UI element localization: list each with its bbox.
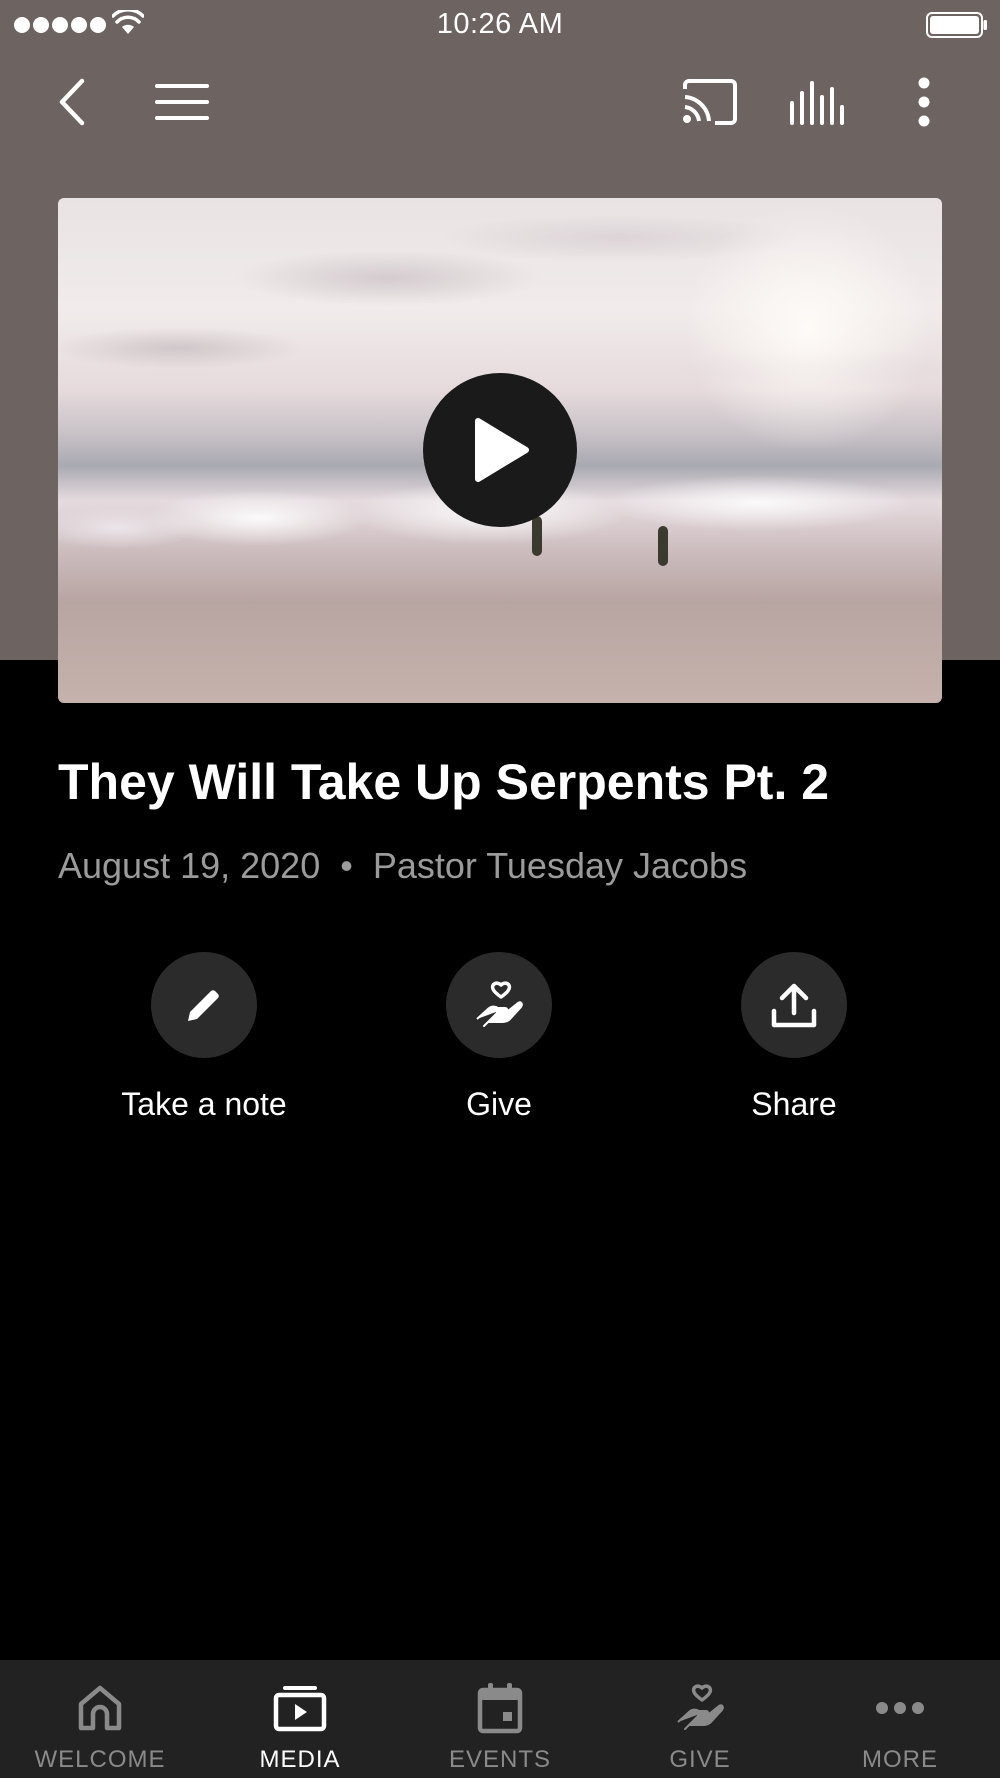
audio-button[interactable] [785,70,849,134]
battery-icon [926,12,987,38]
thumbnail-figure [532,516,542,556]
status-time: 10:26 AM [436,8,564,40]
play-icon [475,418,529,482]
top-toolbar [0,60,1000,140]
heart-hand-icon [677,1684,724,1730]
bottom-tab-bar: WELCOME MEDIA EVENTS GIVE MORE [0,1660,1000,1778]
tab-welcome-label: WELCOME [34,1746,166,1773]
give-action[interactable]: Give [389,952,609,1124]
calendar-icon [477,1683,523,1734]
thumbnail-sun-glow [678,208,938,448]
media-icon [273,1686,327,1732]
cast-icon [683,79,737,125]
share-action[interactable]: Share [684,952,904,1124]
heart-hand-icon [476,981,523,1027]
give-label: Give [466,1086,532,1122]
audio-bars-icon [790,81,844,125]
take-note-action[interactable]: Take a note [94,952,314,1124]
media-title: They Will Take Up Serpents Pt. 2 [58,754,830,810]
tab-events[interactable]: EVENTS [400,1660,600,1778]
more-vertical-icon [918,77,930,127]
tab-media-label: MEDIA [259,1746,341,1773]
tab-give[interactable]: GIVE [600,1660,800,1778]
menu-icon [155,84,209,120]
tab-more-label: MORE [862,1746,938,1773]
cast-button[interactable] [678,70,742,134]
play-button[interactable] [423,373,577,527]
media-meta: August 19, 2020 • Pastor Tuesday Jacobs [58,844,958,888]
back-button[interactable] [42,70,106,134]
give-button[interactable] [446,952,552,1058]
more-options-button[interactable] [892,70,956,134]
take-note-label: Take a note [121,1086,287,1122]
thumbnail-figure [658,526,668,566]
tab-media[interactable]: MEDIA [200,1660,400,1778]
tab-give-label: GIVE [669,1746,731,1773]
tab-events-label: EVENTS [448,1746,552,1773]
share-label: Share [751,1086,837,1122]
pencil-icon [188,990,219,1021]
media-date: August 19, 2020 [58,845,321,886]
more-horizontal-icon [876,1702,924,1714]
upload-icon [771,983,817,1028]
video-thumbnail[interactable] [58,198,942,703]
back-icon [59,78,85,126]
take-note-button[interactable] [151,952,257,1058]
status-bar: 10:26 AM [0,0,1000,50]
meta-separator: • [340,845,353,886]
menu-button[interactable] [150,70,214,134]
share-button[interactable] [741,952,847,1058]
tab-welcome[interactable]: WELCOME [0,1660,200,1778]
home-icon [78,1685,122,1731]
tab-more[interactable]: MORE [800,1660,1000,1778]
media-speaker: Pastor Tuesday Jacobs [372,845,748,886]
